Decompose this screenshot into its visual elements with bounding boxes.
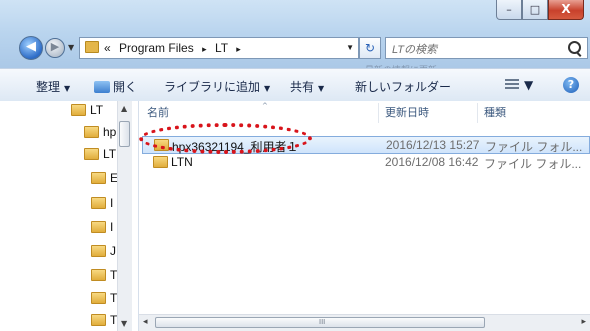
tree-item-lt-sub[interactable]: LT bbox=[84, 147, 116, 165]
close-icon: X bbox=[561, 2, 571, 16]
scroll-thumb[interactable] bbox=[119, 121, 130, 147]
breadcrumb-lt[interactable]: LT bbox=[215, 41, 228, 55]
scroll-left-icon[interactable]: ◂ bbox=[143, 317, 148, 327]
folder-icon bbox=[91, 172, 106, 184]
tree-item-i2[interactable]: I bbox=[91, 220, 113, 238]
tree-item-label: LT bbox=[90, 103, 104, 117]
column-divider[interactable] bbox=[378, 103, 379, 123]
folder-icon bbox=[71, 104, 86, 116]
sort-ascending-icon: ^ bbox=[262, 102, 268, 110]
organize-button[interactable]: 整理 ▼ bbox=[36, 78, 70, 95]
breadcrumb-overflow[interactable]: « bbox=[104, 41, 111, 55]
file-type: ファイル フォル... bbox=[485, 140, 583, 154]
column-type-label: 種類 bbox=[484, 107, 506, 119]
column-modified-label: 更新日時 bbox=[385, 107, 429, 119]
navigation-pane: LT hp LT E I I J T T T ▲ ▼ bbox=[0, 101, 139, 331]
address-bar[interactable]: « Program Files ▸ LT ▸ ▼ bbox=[79, 37, 359, 59]
scroll-up-icon[interactable]: ▲ bbox=[121, 104, 127, 113]
address-dropdown-icon[interactable]: ▼ bbox=[346, 43, 354, 52]
file-type: ファイル フォル... bbox=[484, 157, 582, 171]
tree-item-e[interactable]: E bbox=[91, 171, 118, 189]
breadcrumb-program-files[interactable]: Program Files bbox=[119, 41, 194, 55]
folder-icon bbox=[91, 269, 106, 281]
refresh-icon: ↻ bbox=[364, 41, 376, 55]
title-bar: – □ X bbox=[0, 0, 590, 30]
view-dropdown[interactable]: ▼ bbox=[524, 78, 533, 92]
folder-icon bbox=[85, 41, 99, 53]
file-modified: 2016/12/08 16:42 bbox=[385, 155, 479, 169]
chevron-down-icon: ▼ bbox=[64, 84, 71, 93]
change-view-icon[interactable] bbox=[505, 79, 519, 91]
tree-item-t2[interactable]: T bbox=[91, 291, 117, 309]
folder-icon bbox=[91, 197, 106, 209]
scroll-thumb[interactable]: III bbox=[155, 317, 485, 328]
folder-icon bbox=[91, 292, 106, 304]
command-bar: 整理 ▼ 開く ライブラリに追加 ▼ 共有 ▼ 新しいフォルダー ▼ ? bbox=[0, 68, 590, 101]
horizontal-scrollbar[interactable]: ◂ III ▸ bbox=[139, 314, 590, 331]
tree-item-lt[interactable]: LT bbox=[71, 103, 103, 121]
back-arrow-icon: ◀ bbox=[26, 39, 36, 54]
navigation-row: ◀ ▶ ▼ « Program Files ▸ LT ▸ ▼ ↻ LTの検索 bbox=[0, 30, 590, 64]
close-button[interactable]: X bbox=[548, 0, 584, 20]
breadcrumb: « Program Files ▸ LT ▸ bbox=[104, 41, 246, 55]
column-name-label: 名前 bbox=[147, 107, 169, 119]
minimize-button[interactable]: – bbox=[496, 0, 522, 20]
refresh-button[interactable]: ↻ bbox=[359, 37, 381, 59]
tree-item-hp[interactable]: hp bbox=[84, 125, 116, 143]
folder-icon bbox=[91, 245, 106, 257]
column-divider[interactable] bbox=[477, 103, 478, 123]
add-to-library-button[interactable]: ライブラリに追加 ▼ bbox=[164, 78, 270, 95]
chevron-down-icon: ▼ bbox=[264, 84, 271, 93]
chevron-down-icon: ▼ bbox=[318, 84, 325, 93]
breadcrumb-separator-icon[interactable]: ▸ bbox=[202, 44, 207, 54]
forward-arrow-icon: ▶ bbox=[50, 40, 60, 53]
breadcrumb-separator-icon[interactable]: ▸ bbox=[236, 44, 241, 54]
annotation-highlight-ring bbox=[139, 123, 312, 154]
organize-label: 整理 bbox=[36, 80, 61, 94]
tree-item-label: I bbox=[110, 220, 114, 234]
open-icon bbox=[94, 81, 110, 93]
share-button[interactable]: 共有 ▼ bbox=[290, 78, 324, 95]
maximize-icon: □ bbox=[529, 3, 541, 16]
tree-item-i1[interactable]: I bbox=[91, 196, 113, 214]
new-folder-label: 新しいフォルダー bbox=[355, 80, 452, 94]
folder-icon bbox=[91, 221, 106, 233]
scroll-right-icon[interactable]: ▸ bbox=[581, 317, 586, 327]
search-input[interactable]: LTの検索 bbox=[385, 37, 588, 59]
back-button[interactable]: ◀ bbox=[19, 36, 43, 60]
scroll-down-icon[interactable]: ▼ bbox=[121, 319, 127, 328]
tree-item-j[interactable]: J bbox=[91, 244, 116, 262]
minimize-icon: – bbox=[506, 3, 512, 16]
tree-item-label: hp bbox=[103, 125, 117, 139]
column-header-type[interactable]: 種類 bbox=[484, 101, 584, 125]
open-label: 開く bbox=[113, 80, 138, 94]
tree-item-t1[interactable]: T bbox=[91, 268, 117, 286]
file-row[interactable]: LTN 2016/12/08 16:42 ファイル フォル... bbox=[142, 154, 590, 172]
tree-item-t3[interactable]: T bbox=[91, 313, 117, 331]
search-icon[interactable] bbox=[568, 41, 581, 54]
tree-item-label: J bbox=[110, 244, 116, 258]
add-to-library-label: ライブラリに追加 bbox=[164, 80, 261, 94]
navigation-scrollbar[interactable]: ▲ ▼ bbox=[117, 101, 132, 331]
new-folder-button[interactable]: 新しいフォルダー bbox=[355, 78, 451, 95]
folder-icon bbox=[84, 126, 99, 138]
folder-icon bbox=[153, 156, 168, 168]
maximize-button[interactable]: □ bbox=[522, 0, 548, 20]
file-modified: 2016/12/13 15:27 bbox=[386, 138, 480, 152]
explorer-window: – □ X ◀ ▶ ▼ « Program Files ▸ LT ▸ ▼ ↻ L… bbox=[0, 0, 590, 331]
help-icon[interactable]: ? bbox=[563, 77, 579, 93]
tree-item-label: I bbox=[110, 196, 114, 210]
tree-item-label: LT bbox=[103, 147, 117, 161]
search-placeholder: LTの検索 bbox=[392, 44, 438, 56]
column-header-modified[interactable]: 更新日時 bbox=[385, 101, 480, 125]
open-button[interactable]: 開く bbox=[94, 78, 137, 95]
grip-icon: III bbox=[319, 318, 326, 326]
file-name: LTN bbox=[171, 155, 193, 169]
folder-icon bbox=[91, 314, 106, 326]
folder-icon bbox=[84, 148, 99, 160]
share-label: 共有 bbox=[290, 80, 315, 94]
forward-button[interactable]: ▶ bbox=[45, 38, 65, 58]
recent-pages-dropdown[interactable]: ▼ bbox=[68, 43, 74, 52]
